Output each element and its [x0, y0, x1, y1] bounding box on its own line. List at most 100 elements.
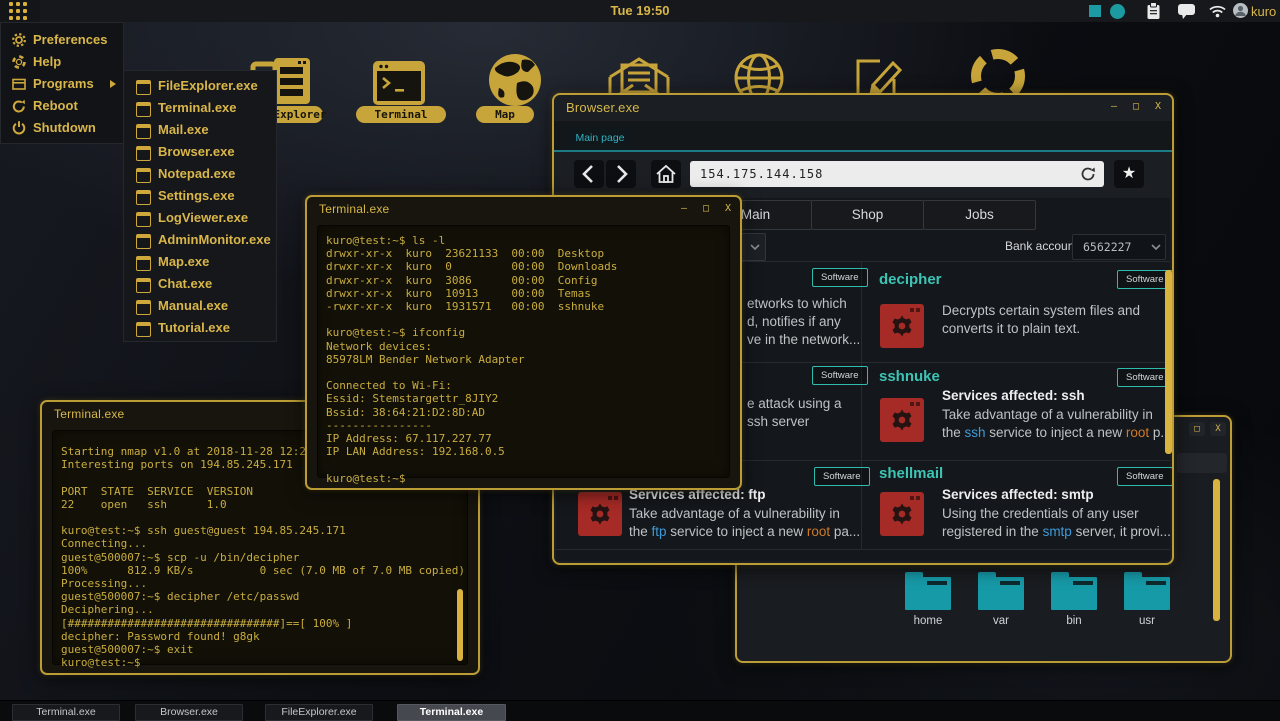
browser-tab[interactable]: Main page: [566, 126, 634, 150]
menu-item-reboot[interactable]: Reboot: [1, 95, 123, 117]
map-desktop-icon[interactable]: [486, 53, 544, 112]
gear-icon: [887, 311, 917, 341]
bank-account-dropdown[interactable]: 6562227: [1072, 234, 1166, 260]
card-services-affected: Services affected: ssh: [942, 388, 1085, 403]
back-button[interactable]: [574, 160, 604, 188]
terminal-desktop-icon[interactable]: [372, 60, 426, 111]
software-red-icon: [880, 304, 924, 348]
window-icon: [136, 300, 151, 315]
software-badge: Software: [1117, 467, 1173, 486]
card-description-line1: Take advantage of a vulnerability in: [942, 406, 1153, 424]
gear-icon: [585, 499, 615, 529]
submenu-item-mail[interactable]: Mail.exe: [124, 119, 276, 141]
clipboard-icon[interactable]: [1146, 2, 1161, 20]
terminal-icon-label[interactable]: Terminal: [356, 106, 446, 123]
submenu-item-adminmonitor[interactable]: AdminMonitor.exe: [124, 229, 276, 251]
software-badge: Software: [812, 268, 868, 287]
window-icon: [136, 256, 151, 271]
page-tab-jobs[interactable]: Jobs: [923, 200, 1036, 230]
folder-home[interactable]: home: [895, 572, 961, 627]
taskbar-item-browser[interactable]: Browser.exe: [135, 704, 243, 721]
terminal-screen[interactable]: kuro@test:~$ ls -l drwxr-xr-x kuro 23621…: [317, 225, 730, 478]
refresh-icon[interactable]: [1079, 165, 1097, 183]
username[interactable]: kuro: [1251, 4, 1276, 19]
folder-label: usr: [1114, 615, 1180, 627]
tab-underline: [554, 150, 1172, 152]
gear-icon: [887, 405, 917, 435]
fileexplorer-scrollbar[interactable]: [1213, 479, 1220, 621]
minimize-button[interactable]: –: [676, 202, 692, 216]
apps-button[interactable]: [0, 0, 40, 22]
terminal-window-main: Terminal.exe – □ X kuro@test:~$ ls -l dr…: [305, 195, 742, 490]
taskbar-item-terminal-1[interactable]: Terminal.exe: [12, 704, 120, 721]
submenu-item-chat[interactable]: Chat.exe: [124, 273, 276, 295]
maximize-button[interactable]: □: [1128, 100, 1144, 114]
browser-scrollbar[interactable]: [1165, 270, 1172, 454]
folder-var[interactable]: var: [968, 572, 1034, 627]
close-button[interactable]: X: [1150, 100, 1166, 114]
card-description-line1: Take advantage of a vulnerability in: [629, 505, 840, 523]
taskbar-item-fileexplorer[interactable]: FileExplorer.exe: [265, 704, 373, 721]
menu-item-help[interactable]: Help: [1, 51, 123, 73]
folder-icon: [978, 572, 1024, 610]
folder-icon: [1124, 572, 1170, 610]
menu-item-programs[interactable]: Programs: [1, 73, 123, 95]
ssh-link[interactable]: ssh: [965, 425, 986, 440]
minimize-button[interactable]: –: [1106, 100, 1122, 114]
smtp-link[interactable]: smtp: [1043, 524, 1072, 539]
root-link[interactable]: root: [1126, 425, 1149, 440]
map-globe-icon: [486, 53, 544, 107]
maximize-button[interactable]: □: [1189, 422, 1205, 436]
topbar: Tue 19:50 kuro: [0, 0, 1280, 22]
folder-label: var: [968, 615, 1034, 627]
map-icon-label[interactable]: Map: [476, 106, 534, 123]
desktop: FileExplorer Terminal Map: [0, 0, 1280, 720]
folder-usr[interactable]: usr: [1114, 572, 1180, 627]
submenu-arrow-icon: [110, 80, 116, 88]
avatar[interactable]: [1233, 3, 1249, 19]
window-icon: [136, 322, 151, 337]
wifi-icon[interactable]: [1208, 3, 1227, 19]
submenu-item-logviewer[interactable]: LogViewer.exe: [124, 207, 276, 229]
card-description-line2: the ftp service to inject a new root pa.…: [629, 523, 860, 541]
page-tab-shop[interactable]: Shop: [811, 200, 924, 230]
folder-bin[interactable]: bin: [1041, 572, 1107, 627]
terminal-output: kuro@test:~$ ls -l drwxr-xr-x kuro 23621…: [326, 234, 617, 485]
window-title: Terminal.exe: [54, 407, 124, 421]
taskbar-item-terminal-2[interactable]: Terminal.exe: [397, 704, 506, 721]
close-button[interactable]: X: [1210, 422, 1226, 436]
bookmark-button[interactable]: ★: [1114, 160, 1144, 188]
clock: Tue 19:50: [610, 3, 669, 18]
submenu-item-tutorial[interactable]: Tutorial.exe: [124, 317, 276, 339]
card-title: sshnuke: [879, 368, 940, 385]
window-icon: [136, 124, 151, 139]
menu-item-shutdown[interactable]: Shutdown: [1, 117, 123, 139]
root-link[interactable]: root: [807, 524, 830, 539]
window-icon: [136, 234, 151, 249]
submenu-item-settings[interactable]: Settings.exe: [124, 185, 276, 207]
terminal-scrollbar[interactable]: [457, 589, 463, 661]
submenu-item-notepad[interactable]: Notepad.exe: [124, 163, 276, 185]
menu-item-preferences[interactable]: Preferences: [1, 29, 123, 51]
forward-button[interactable]: [606, 160, 636, 188]
ftp-link[interactable]: ftp: [652, 524, 667, 539]
tray-square-icon[interactable]: [1089, 5, 1101, 17]
submenu-item-map[interactable]: Map.exe: [124, 251, 276, 273]
close-button[interactable]: X: [720, 202, 736, 216]
card-description-line1: Using the credentials of any user: [942, 505, 1139, 523]
submenu-item-manual[interactable]: Manual.exe: [124, 295, 276, 317]
card-description: e attack using a ssh server: [747, 395, 842, 431]
submenu-item-fileexplorer[interactable]: FileExplorer.exe: [124, 75, 276, 97]
gear-icon: [11, 32, 27, 48]
submenu-item-browser[interactable]: Browser.exe: [124, 141, 276, 163]
folder-label: bin: [1041, 615, 1107, 627]
maximize-button[interactable]: □: [698, 202, 714, 216]
card-title: decipher: [879, 271, 942, 288]
tray-circle-icon[interactable]: [1110, 4, 1125, 19]
folder-label: home: [895, 615, 961, 627]
chat-bubble-icon[interactable]: [1178, 4, 1196, 20]
window-icon: [11, 76, 27, 92]
url-bar[interactable]: 154.175.144.158: [690, 161, 1104, 187]
home-button[interactable]: [651, 160, 681, 188]
submenu-item-terminal[interactable]: Terminal.exe: [124, 97, 276, 119]
